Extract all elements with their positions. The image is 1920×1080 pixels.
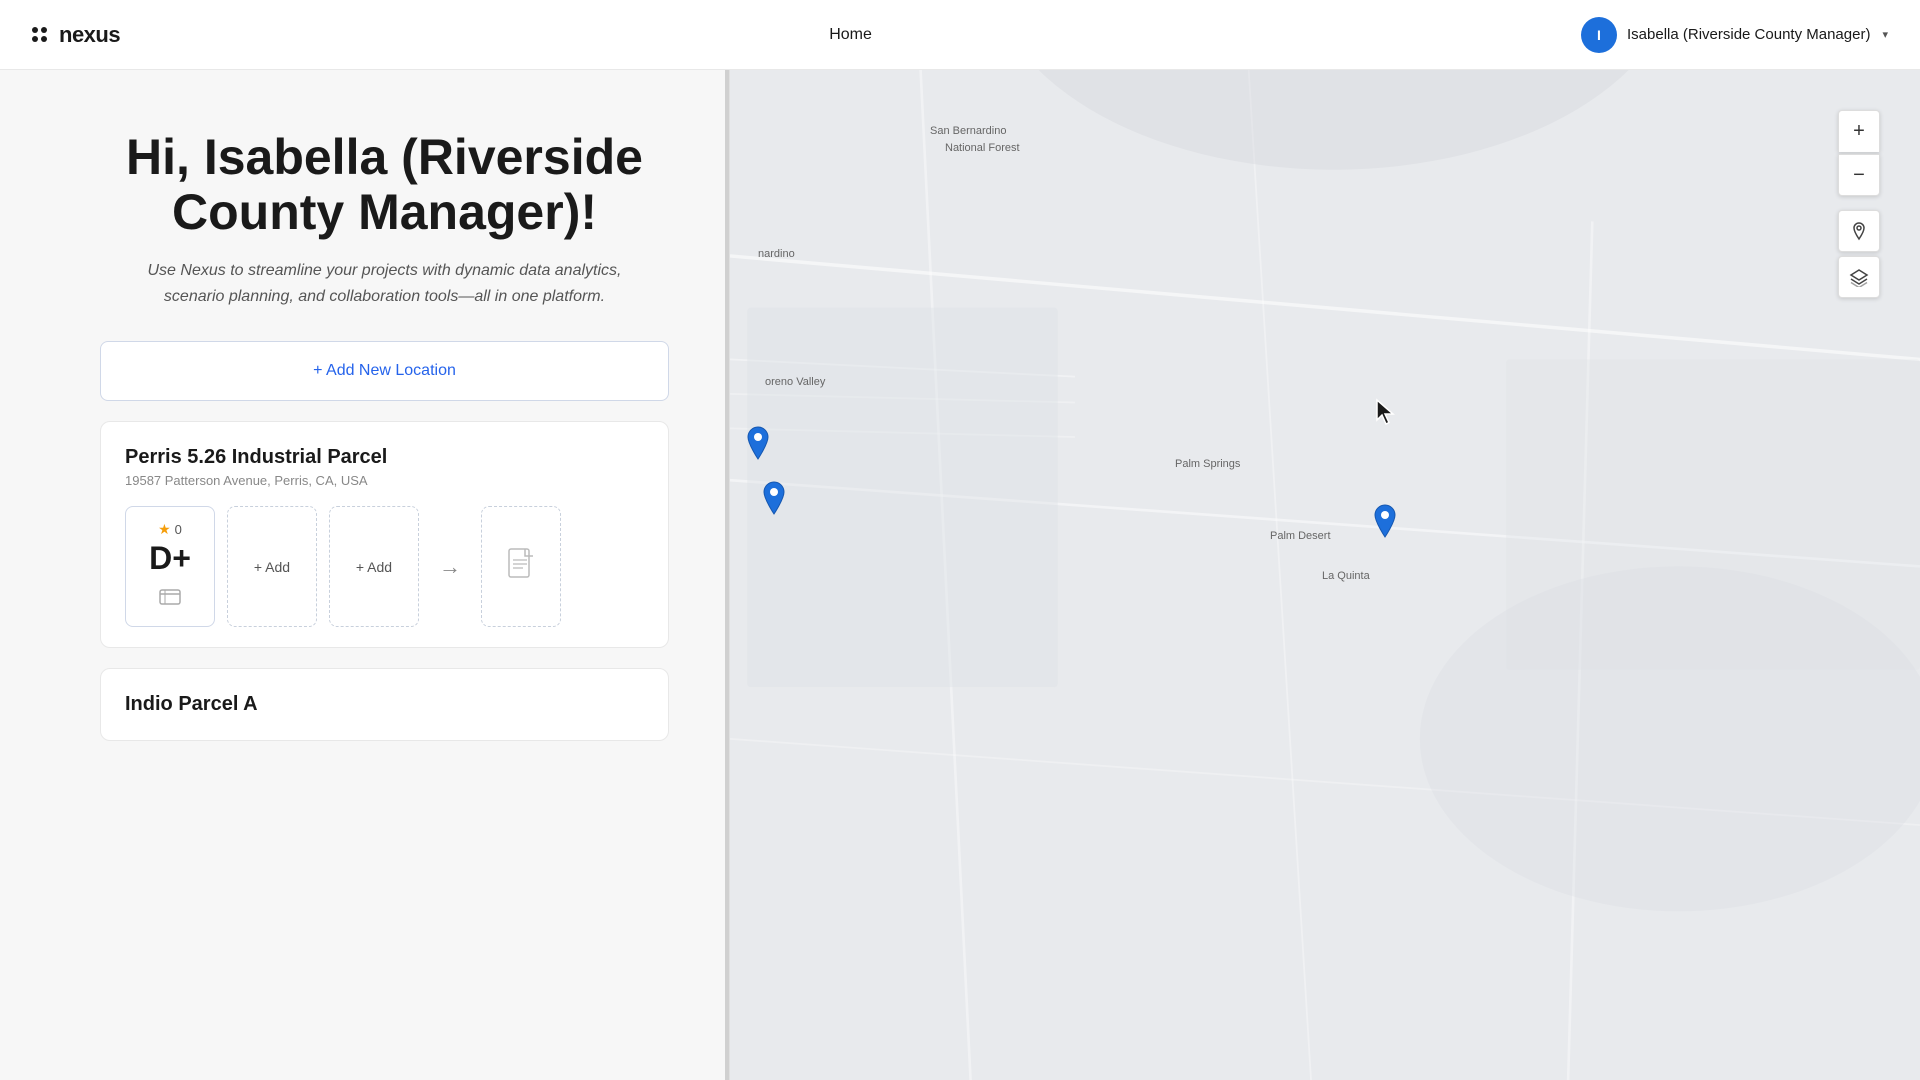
add-label-2: + Add	[356, 559, 392, 575]
user-name: Isabella (Riverside County Manager)	[1627, 26, 1870, 43]
doc-icon-box[interactable]	[481, 506, 561, 627]
grade-sub-icon	[158, 586, 182, 612]
add-box-1[interactable]: + Add	[227, 506, 317, 627]
zoom-out-button[interactable]: −	[1838, 154, 1880, 196]
chevron-down-icon: ▾	[1882, 28, 1888, 41]
map-panel: San Bernardino National Forest nardino o…	[730, 70, 1920, 1080]
user-avatar: I	[1581, 17, 1617, 53]
grade-value: D+	[149, 542, 191, 574]
zoom-in-button[interactable]: +	[1838, 110, 1880, 152]
star-count: 0	[175, 522, 182, 537]
map-pin-2[interactable]	[760, 480, 788, 516]
grade-box[interactable]: ★ 0 D+	[125, 506, 215, 627]
main-layout: Hi, Isabella (Riverside County Manager)!…	[0, 70, 1920, 1080]
layers-button[interactable]	[1838, 256, 1880, 298]
left-panel: Hi, Isabella (Riverside County Manager)!…	[0, 70, 730, 1080]
greeting-title: Hi, Isabella (Riverside County Manager)!	[100, 130, 669, 240]
location-card-perris: Perris 5.26 Industrial Parcel 19587 Patt…	[100, 421, 669, 648]
main-nav: Home	[829, 26, 872, 44]
location-card-indio: Indio Parcel A	[100, 668, 669, 741]
add-location-button[interactable]: + Add New Location	[100, 341, 669, 401]
location-pin-button[interactable]	[1838, 210, 1880, 252]
nav-home-link[interactable]: Home	[829, 26, 872, 43]
map-controls: + −	[1838, 110, 1880, 298]
arrow-box[interactable]: →	[431, 506, 469, 627]
star-icon: ★	[158, 521, 171, 538]
logo: nexus	[32, 22, 120, 48]
document-icon	[507, 548, 535, 586]
app-header: nexus Home I Isabella (Riverside County …	[0, 0, 1920, 70]
scroll-indicator	[725, 70, 729, 1080]
logo-dot-4	[41, 36, 47, 42]
logo-dot-2	[41, 27, 47, 33]
location-address-perris: 19587 Patterson Avenue, Perris, CA, USA	[125, 473, 644, 488]
logo-dots	[32, 27, 47, 42]
user-menu[interactable]: I Isabella (Riverside County Manager) ▾	[1581, 17, 1888, 53]
map-pin-3[interactable]	[1371, 503, 1399, 539]
add-box-2[interactable]: + Add	[329, 506, 419, 627]
greeting-subtitle: Use Nexus to streamline your projects wi…	[125, 258, 645, 309]
star-row: ★ 0	[158, 521, 182, 538]
logo-dot-1	[32, 27, 38, 33]
arrow-icon: →	[439, 554, 461, 580]
metrics-row: ★ 0 D+ + Add	[125, 506, 644, 627]
map-terrain	[730, 70, 1920, 1080]
location-title-perris: Perris 5.26 Industrial Parcel	[125, 446, 644, 469]
location-title-indio: Indio Parcel A	[125, 693, 644, 716]
logo-dot-3	[32, 36, 38, 42]
map-pin-1[interactable]	[744, 425, 772, 461]
add-label-1: + Add	[254, 559, 290, 575]
logo-text: nexus	[59, 22, 120, 48]
